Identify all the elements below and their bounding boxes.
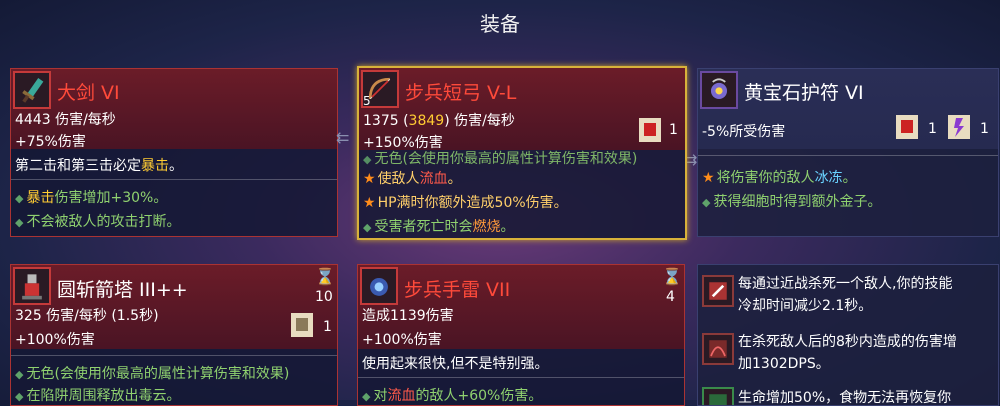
hourglass-icon: ⌛ [662, 267, 682, 286]
dps-stat: 4443 伤害/每秒 [15, 112, 116, 128]
legendary-affix: ★ 将伤害你的敌人冰冻。 [702, 170, 857, 186]
item-description: 第二击和第三击必定暴击。 [15, 158, 183, 174]
legendary-affix: ★ HP满时你额外造成50%伤害。 [363, 195, 568, 211]
item-name: 步兵手雷 VII [404, 279, 511, 301]
mutations-panel: 每通过近战杀死一个敌人,你的技能 冷却时间减少2.1秒。 在杀死敌人后的8秒内造… [697, 264, 999, 406]
affix-line-partial: ◆ 无色(会使用你最高的属性计算伤害和效果) [363, 151, 638, 167]
mutation-text: 加1302DPS。 [738, 356, 830, 372]
item-description: 使用起来很快,但不是特别强。 [362, 356, 549, 372]
broadsword-icon [13, 71, 51, 109]
damage-bonus: +75%伤害 [15, 134, 86, 150]
affix-line: ◆ 对流血的敌人+60%伤害。 [362, 388, 543, 404]
item-name: 黄宝石护符 VI [744, 82, 864, 104]
mutation-item[interactable]: 每通过近战杀死一个敌人,你的技能 冷却时间减少2.1秒。 [698, 265, 998, 321]
cooldown-value: 4 [666, 289, 675, 305]
mutation-text: 生命增加50%，食物无法再恢复你 [738, 390, 952, 406]
affix-line: ◆ 受害者死亡时会燃烧。 [363, 219, 515, 235]
brutality-scroll-icon [894, 113, 920, 141]
amulet-card-topaz[interactable]: 黄宝石护符 VI -5%所受伤害 1 1 ★ 将伤害你的敌人冰冻。 ◆ 获得细胞时得… [697, 68, 999, 237]
weapon-card-broadsword[interactable]: 大剑 VI 4443 伤害/每秒 +75%伤害 第二击和第三击必定暴击。 ◆ 暴击… [10, 68, 338, 237]
mutation-item[interactable]: 生命增加50%，食物无法再恢复你 [698, 383, 998, 406]
scroll-count: 1 [669, 122, 678, 138]
turret-icon [13, 267, 51, 305]
affix-line: ◆ 不会被敌人的攻击打断。 [15, 214, 181, 230]
item-name: 圆斩箭塔 III++ [57, 279, 188, 301]
affix-line: ◆ 获得细胞时得到额外金子。 [702, 194, 882, 210]
mutation-icon [702, 333, 734, 365]
scroll-count: 1 [980, 121, 989, 137]
item-name: 大剑 VI [57, 82, 120, 104]
tactics-scroll-icon [946, 113, 972, 141]
skill-card-grenade[interactable]: 步兵手雷 VII ⌛ 4 造成1139伤害 +100%伤害 使用起来很快,但不是… [357, 264, 685, 406]
skill-card-turret[interactable]: 圆斩箭塔 III++ ⌛ 10 325 伤害/每秒 (1.5秒) +100%伤害… [10, 264, 338, 406]
mutation-item[interactable]: 在杀死敌人后的8秒内造成的伤害增 加1302DPS。 [698, 325, 998, 381]
cooldown-value: 10 [315, 289, 333, 305]
mutation-text: 在杀死敌人后的8秒内造成的伤害增 [738, 334, 957, 350]
scroll-count: 1 [928, 121, 937, 137]
survival-scroll-icon [289, 311, 315, 339]
legendary-affix: ★ 使敌人流血。 [363, 171, 462, 187]
scroll-count: 1 [323, 319, 332, 335]
weapon-card-infantry-bow[interactable]: 5 步兵短弓 V-L 1375 (3849) 伤害/每秒 +150%伤害 1 ◆… [357, 66, 687, 240]
affix-line: ◆ 暴击伤害增加+30%。 [15, 190, 168, 206]
damage-stat: 造成1139伤害 [362, 308, 454, 324]
mutation-text: 冷却时间减少2.1秒。 [738, 298, 873, 314]
mutation-text: 每通过近战杀死一个敌人,你的技能 [738, 276, 953, 292]
affix-line: ◆ 无色(会使用你最高的属性计算伤害和效果) [15, 366, 290, 382]
equipment-title: 装备 [480, 12, 520, 36]
hourglass-icon: ⌛ [315, 267, 335, 286]
damage-bonus: +100%伤害 [362, 332, 442, 348]
affix-line: ◆ 在陷阱周围释放出毒云。 [15, 388, 181, 404]
brutality-scroll-icon [637, 116, 663, 144]
arrow-icon: ⇇ [336, 128, 350, 147]
mutation-icon [702, 275, 734, 307]
dps-stat: 1375 (3849) 伤害/每秒 [363, 113, 515, 129]
grenade-icon [360, 267, 398, 305]
mutation-icon [702, 387, 734, 405]
defense-stat: -5%所受伤害 [702, 124, 786, 140]
item-name: 步兵短弓 V-L [405, 82, 517, 104]
damage-bonus: +100%伤害 [15, 332, 95, 348]
amulet-icon [700, 71, 738, 109]
dps-stat: 325 伤害/每秒 (1.5秒) [15, 308, 159, 324]
level-badge: 5 [363, 94, 371, 108]
